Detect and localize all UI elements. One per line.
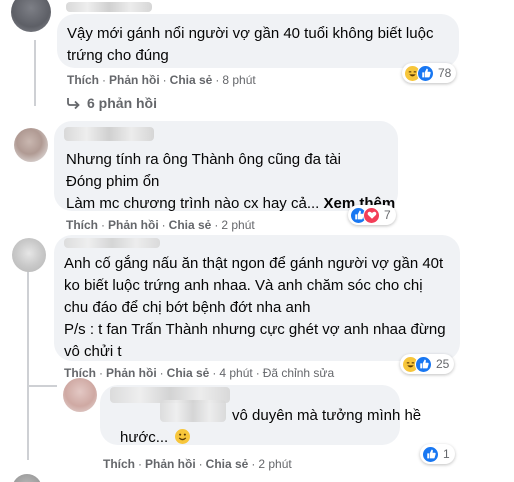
reply-arrow-icon [67,98,80,109]
comment-text-line: Nhưng tính ra ông Thành ông cũng đa tài [66,151,341,168]
comment-text: Anh cố gắng nấu ăn thật ngon để gánh ngư… [64,253,446,363]
reaction-summary[interactable]: 1 [420,444,455,464]
avatar[interactable] [14,128,48,162]
edited-label[interactable]: Đã chỉnh sửa [263,366,334,380]
thread-line-3 [27,270,29,460]
comment-actions: Thích · Phản hồi · Chia sẻ · 2 phút [103,457,292,471]
thread-line-3-branch [27,385,57,387]
like-icon [422,445,439,463]
comment-text-line: trứng cho đúng [67,47,169,64]
like-icon [417,64,434,82]
share-action[interactable]: Chia sẻ [170,73,213,87]
thread-line-1 [34,40,36,106]
share-action[interactable]: Chia sẻ [206,457,249,471]
timestamp[interactable]: 4 phút [219,366,252,380]
comment-text-line: vô duyên mà tưởng mình hề [232,407,422,424]
comment-text-line: P/s : t fan Trấn Thành nhưng cực ghét vợ… [64,321,446,338]
author-name-redacted[interactable] [64,238,160,248]
timestamp[interactable]: 8 phút [222,73,255,87]
comment-text-line: vô chửi t [64,343,122,360]
avatar[interactable] [12,474,42,482]
author-name-redacted[interactable] [160,400,226,422]
comment-text-line: Làm mc chương trình nào cx hay cả... Xem… [66,193,395,215]
reaction-count: 25 [436,357,450,371]
share-action[interactable]: Chia sẻ [169,218,212,232]
avatar[interactable] [63,378,97,412]
like-icon [415,355,432,373]
like-action[interactable]: Thích [103,457,135,471]
comment-text-line: Vậy mới gánh nổi người vợ gần 40 tuổi kh… [67,25,434,42]
reaction-count: 7 [384,208,391,222]
comment-text-line: ko biết luộc trứng anh nhaa. Và anh chăm… [64,277,423,294]
reaction-count: 1 [443,447,450,461]
view-replies-label: 6 phản hồi [87,95,157,111]
reply-action[interactable]: Phản hồi [109,73,160,87]
reaction-summary[interactable]: 25 [400,354,455,374]
comment-text-line: Đóng phim ổn [66,173,160,190]
comment-text-line-3: Làm mc chương trình nào cx hay cả... [66,195,320,212]
comment-text: vô duyên mà tưởng mình hề [232,405,421,427]
love-icon [363,206,380,224]
like-action[interactable]: Thích [67,73,99,87]
comment-text-line: Anh cố gắng nấu ăn thật ngon để gánh ngư… [64,255,444,272]
reaction-summary[interactable]: 7 [348,205,396,225]
comment-actions: Thích · Phản hồi · Chia sẻ · 4 phút · Đã chỉnh s… [64,366,335,380]
comment-actions: Thích · Phản hồi · Chia sẻ · 8 phút [67,73,256,87]
comment-text-line: chu đáo để chị bớt bệnh đớt nha anh [64,299,311,316]
avatar[interactable] [11,0,51,32]
view-replies-link[interactable]: 6 phản hồi [67,95,157,111]
author-name-redacted[interactable] [66,2,152,12]
reply-action[interactable]: Phản hồi [108,218,159,232]
avatar[interactable] [12,238,46,272]
share-action[interactable]: Chia sẻ [167,366,210,380]
comment-text-line: hước... [120,429,169,446]
comment-text: Nhưng tính ra ông Thành ông cũng đa tài … [66,149,395,215]
comment-actions: Thích · Phản hồi · Chia sẻ · 2 phút [66,218,255,232]
author-name-redacted[interactable] [64,127,154,141]
timestamp[interactable]: 2 phút [221,218,254,232]
reaction-count: 78 [438,66,452,80]
timestamp[interactable]: 2 phút [258,457,291,471]
comment-text: hước... [120,427,191,449]
like-action[interactable]: Thích [66,218,98,232]
reply-action[interactable]: Phản hồi [106,366,157,380]
smile-emoji-icon [175,429,191,444]
reply-action[interactable]: Phản hồi [145,457,196,471]
comment-text: Vậy mới gánh nổi người vợ gần 40 tuổi kh… [67,23,433,67]
reaction-summary[interactable]: 78 [402,63,457,83]
